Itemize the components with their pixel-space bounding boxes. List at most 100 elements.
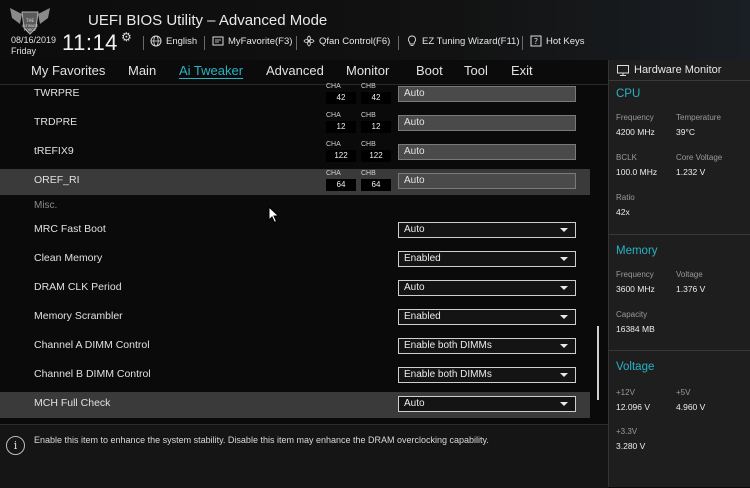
setting-label: Memory Scrambler bbox=[34, 310, 123, 322]
header-divider bbox=[296, 36, 297, 50]
channel-b-dimm-control-select[interactable]: Enable both DIMMs bbox=[398, 367, 576, 383]
setting-row-mch-full-check[interactable]: MCH Full Check Auto bbox=[0, 392, 590, 418]
setting-row-dram-clk-period[interactable]: DRAM CLK Period Auto bbox=[0, 276, 590, 302]
hw-section-divider bbox=[609, 350, 750, 351]
trdpre-input[interactable]: Auto bbox=[398, 115, 576, 131]
svg-text:?: ? bbox=[534, 37, 538, 46]
globe-icon bbox=[150, 35, 162, 47]
setting-row-channel-a-dimm-control[interactable]: Channel A DIMM Control Enable both DIMMs bbox=[0, 334, 590, 360]
channel-a-dimm-control-select[interactable]: Enable both DIMMs bbox=[398, 338, 576, 354]
clean-memory-select[interactable]: Enabled bbox=[398, 251, 576, 267]
select-value: Enabled bbox=[404, 253, 441, 264]
select-value: Auto bbox=[404, 398, 425, 409]
channel-a-label: CHA bbox=[326, 112, 341, 119]
channel-b-value: CHB 12 bbox=[361, 111, 393, 133]
channel-a-value: CHA 42 bbox=[326, 82, 358, 104]
language-label: English bbox=[166, 35, 198, 47]
hardware-monitor-header: Hardware Monitor bbox=[617, 64, 721, 76]
channel-a-value: CHA 122 bbox=[326, 140, 358, 162]
menu-exit[interactable]: Exit bbox=[511, 63, 533, 78]
trefix9-input[interactable]: Auto bbox=[398, 144, 576, 160]
header-bar: THE ULTIMATE FORCE UEFI BIOS Utility – A… bbox=[0, 0, 750, 60]
setting-row-twrpre[interactable]: TWRPRE CHA 42 CHB 42 Auto bbox=[0, 82, 590, 108]
channel-b-value: CHB 64 bbox=[361, 169, 393, 191]
hardware-monitor-title: Hardware Monitor bbox=[634, 64, 722, 76]
chevron-down-icon bbox=[560, 344, 568, 348]
menu-boot[interactable]: Boot bbox=[416, 63, 443, 78]
voltage-5v-label: +5V bbox=[676, 388, 691, 397]
cpu-temperature-value: 39°C bbox=[676, 127, 695, 137]
voltage-section-heading: Voltage bbox=[616, 361, 655, 373]
twrpre-input[interactable]: Auto bbox=[398, 86, 576, 102]
chevron-down-icon bbox=[560, 286, 568, 290]
day-text: Friday bbox=[11, 46, 37, 56]
select-value: Auto bbox=[404, 282, 425, 293]
menu-tool[interactable]: Tool bbox=[464, 63, 488, 78]
ez-tuning-wizard-button[interactable]: EZ Tuning Wizard(F11) bbox=[406, 35, 520, 47]
oref-ri-input[interactable]: Auto bbox=[398, 173, 576, 189]
setting-row-channel-b-dimm-control[interactable]: Channel B DIMM Control Enable both DIMMs bbox=[0, 363, 590, 389]
setting-row-trdpre[interactable]: TRDPRE CHA 12 CHB 12 Auto bbox=[0, 111, 590, 137]
svg-text:FORCE: FORCE bbox=[24, 28, 36, 32]
monitor-icon bbox=[617, 64, 629, 76]
setting-row-memory-scrambler[interactable]: Memory Scrambler Enabled bbox=[0, 305, 590, 331]
channel-a-label: CHA bbox=[326, 170, 341, 177]
myfavorite-label: MyFavorite(F3) bbox=[228, 35, 293, 47]
channel-b-label: CHB bbox=[361, 170, 376, 177]
clock-display[interactable]: 11:14 bbox=[62, 30, 118, 56]
chevron-down-icon bbox=[560, 315, 568, 319]
voltage-3v3-label: +3.3V bbox=[616, 427, 638, 436]
setting-row-oref-ri[interactable]: OREF_RI CHA 64 CHB 64 Auto bbox=[0, 169, 590, 195]
mch-full-check-select[interactable]: Auto bbox=[398, 396, 576, 412]
voltage-12v-label: +12V bbox=[616, 388, 635, 397]
svg-text:THE: THE bbox=[25, 18, 34, 23]
help-bar: i Enable this item to enhance the system… bbox=[0, 424, 608, 488]
channel-a-value: CHA 12 bbox=[326, 111, 358, 133]
cpu-ratio-label: Ratio bbox=[616, 193, 635, 202]
voltage-3v3-value: 3.280 V bbox=[616, 441, 646, 451]
myfavorite-button[interactable]: MyFavorite(F3) bbox=[212, 35, 292, 47]
hot-keys-label: Hot Keys bbox=[546, 35, 585, 47]
memory-frequency-value: 3600 MHz bbox=[616, 284, 655, 294]
channel-a-label: CHA bbox=[326, 83, 341, 90]
cpu-frequency-value: 4200 MHz bbox=[616, 127, 655, 137]
info-icon: i bbox=[6, 436, 25, 455]
setting-label: Channel B DIMM Control bbox=[34, 368, 151, 380]
dram-clk-period-select[interactable]: Auto bbox=[398, 280, 576, 296]
lightbulb-icon bbox=[408, 35, 416, 46]
help-text: Enable this item to enhance the system s… bbox=[34, 435, 489, 445]
menu-main[interactable]: Main bbox=[128, 63, 156, 78]
memory-scrambler-select[interactable]: Enabled bbox=[398, 309, 576, 325]
menu-my-favorites[interactable]: My Favorites bbox=[31, 63, 105, 78]
select-value: Enabled bbox=[404, 311, 441, 322]
setting-label: TWRPRE bbox=[34, 87, 80, 99]
settings-scrollbar[interactable] bbox=[597, 326, 599, 400]
hot-keys-button[interactable]: ? Hot Keys bbox=[530, 35, 585, 47]
qfan-control-button[interactable]: Qfan Control(F6) bbox=[303, 35, 390, 47]
misc-section-label: Misc. bbox=[34, 200, 58, 211]
setting-row-clean-memory[interactable]: Clean Memory Enabled bbox=[0, 247, 590, 273]
setting-row-trefix9[interactable]: tREFIX9 CHA 122 CHB 122 Auto bbox=[0, 140, 590, 166]
select-value: Enable both DIMMs bbox=[404, 340, 492, 351]
language-button[interactable]: English bbox=[150, 35, 197, 47]
app-title: UEFI BIOS Utility – Advanced Mode bbox=[88, 12, 328, 29]
cpu-frequency-label: Frequency bbox=[616, 113, 654, 122]
header-divider bbox=[143, 36, 144, 50]
menu-advanced[interactable]: Advanced bbox=[266, 63, 324, 78]
memory-voltage-label: Voltage bbox=[676, 270, 703, 279]
setting-label: Clean Memory bbox=[34, 252, 103, 264]
setting-label: Channel A DIMM Control bbox=[34, 339, 150, 351]
menu-ai-tweaker[interactable]: Ai Tweaker bbox=[179, 63, 243, 78]
hardware-monitor-panel: Hardware Monitor CPU Frequency 4200 MHz … bbox=[608, 60, 750, 487]
channel-b-number: 12 bbox=[361, 121, 391, 133]
header-divider bbox=[204, 36, 205, 50]
cpu-section-heading: CPU bbox=[616, 88, 641, 100]
channel-a-number: 64 bbox=[326, 179, 356, 191]
clock-settings-gear-icon[interactable]: ⚙ bbox=[121, 30, 132, 44]
channel-a-number: 122 bbox=[326, 150, 356, 162]
main-menu-bar: My Favorites Main Ai Tweaker Advanced Mo… bbox=[0, 60, 608, 84]
mrc-fast-boot-select[interactable]: Auto bbox=[398, 222, 576, 238]
menu-monitor[interactable]: Monitor bbox=[346, 63, 389, 78]
favorite-icon bbox=[212, 36, 224, 46]
setting-row-mrc-fast-boot[interactable]: MRC Fast Boot Auto bbox=[0, 218, 590, 244]
